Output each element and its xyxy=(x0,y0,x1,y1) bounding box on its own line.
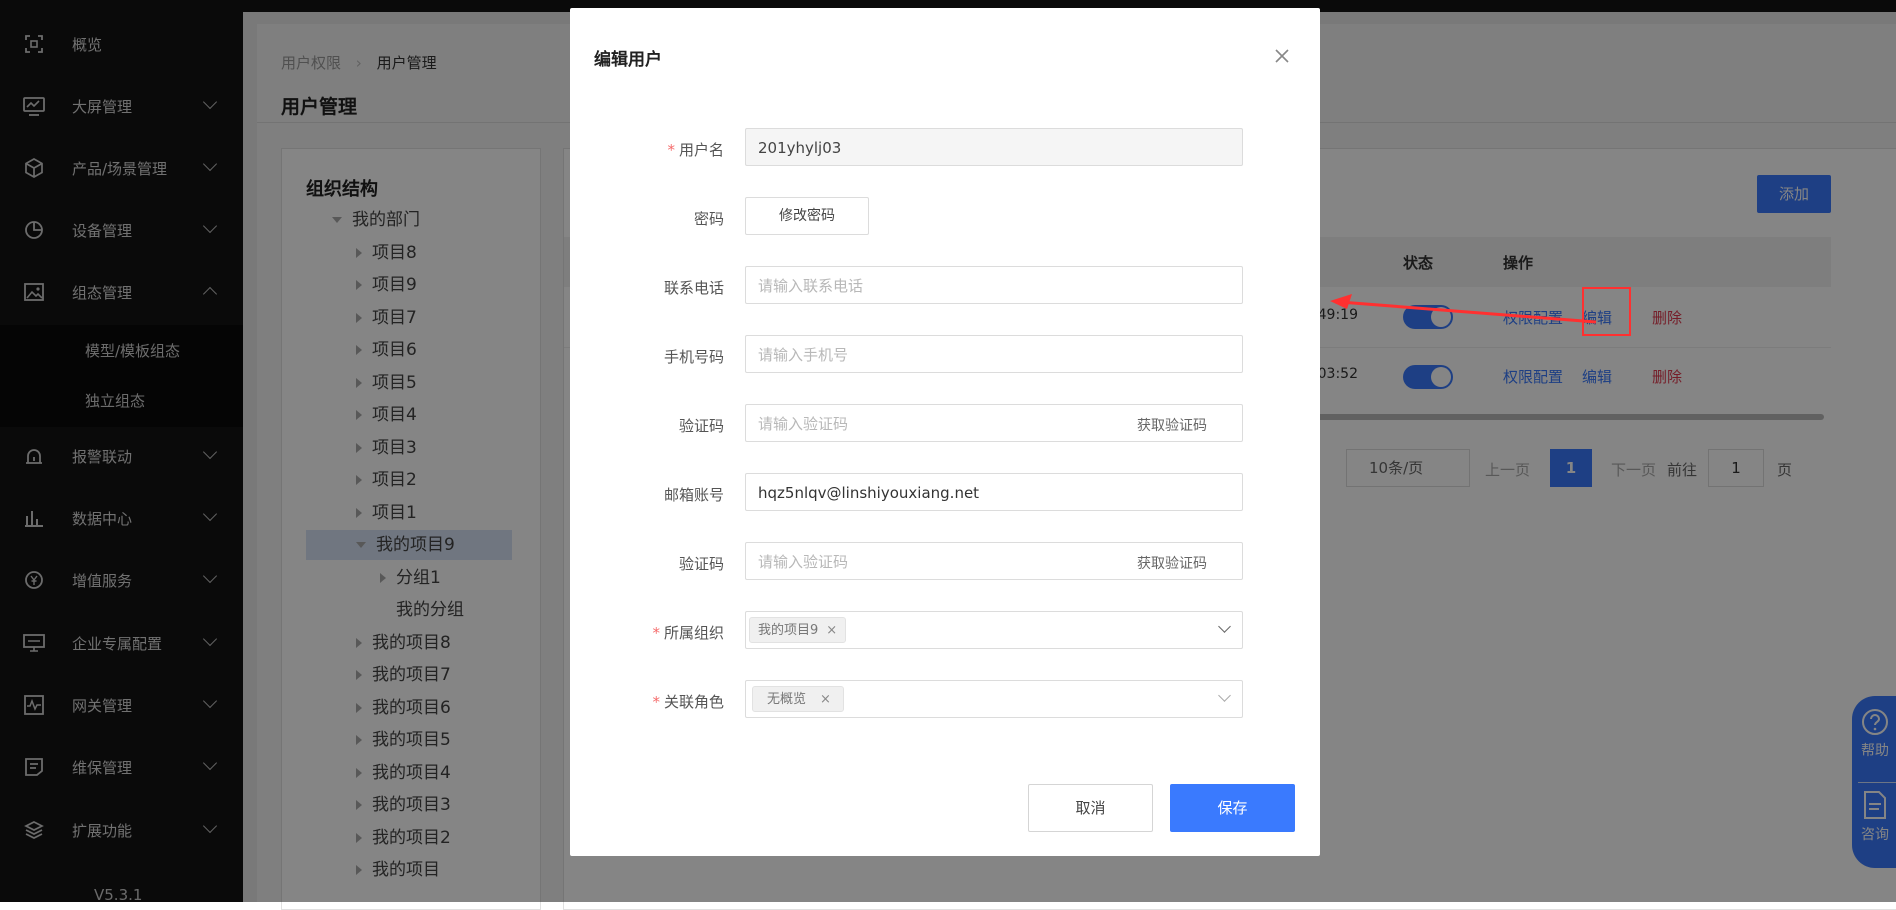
role-row: * 关联角色 无概览 × xyxy=(570,680,1320,722)
mobile-row: 手机号码 请输入手机号 xyxy=(570,335,1320,377)
username-input[interactable]: 201yhylj03 xyxy=(745,128,1243,166)
email-code-row: 验证码 请输入验证码 获取验证码 xyxy=(570,542,1320,584)
username-row: * 用户名 201yhylj03 xyxy=(570,128,1320,170)
change-password-button[interactable]: 修改密码 xyxy=(745,197,869,235)
contact-phone-input[interactable]: 请输入联系电话 xyxy=(745,266,1243,304)
email-code-label: 验证码 xyxy=(678,555,724,573)
edit-user-dialog: 编辑用户 * 用户名 201yhylj03 密码 修改密码 联系电话 请输入联系电… xyxy=(570,8,1320,856)
org-label: 所属组织 xyxy=(663,624,724,642)
tag-close-icon[interactable]: × xyxy=(826,623,837,638)
email-row: 邮箱账号 hqz5nlqv@linshiyouxiang.net xyxy=(570,473,1320,515)
cancel-button[interactable]: 取消 xyxy=(1028,784,1153,832)
org-tag: 我的项目9 × xyxy=(749,617,847,643)
password-row: 密码 修改密码 xyxy=(570,197,1320,239)
org-row: * 所属组织 我的项目9 × xyxy=(570,611,1320,653)
get-email-code-button[interactable]: 获取验证码 xyxy=(1137,553,1207,573)
close-icon[interactable] xyxy=(1274,48,1294,68)
annotation-arrow-icon xyxy=(1330,294,1597,324)
save-button[interactable]: 保存 xyxy=(1170,784,1295,832)
username-label: 用户名 xyxy=(678,141,724,159)
role-tag-label: 无概览 xyxy=(767,692,807,707)
mobile-label: 手机号码 xyxy=(663,348,724,366)
mobile-input[interactable]: 请输入手机号 xyxy=(745,335,1243,373)
role-tag: 无概览 × xyxy=(752,686,844,712)
email-input[interactable]: hqz5nlqv@linshiyouxiang.net xyxy=(745,473,1243,511)
tag-close-icon[interactable]: × xyxy=(820,692,831,707)
contact-phone-label: 联系电话 xyxy=(663,279,724,297)
get-sms-code-button[interactable]: 获取验证码 xyxy=(1137,415,1207,435)
dialog-title: 编辑用户 xyxy=(594,50,662,70)
sms-code-label: 验证码 xyxy=(678,417,724,435)
sms-code-row: 验证码 请输入验证码 获取验证码 xyxy=(570,404,1320,446)
role-label: 关联角色 xyxy=(663,693,724,711)
contact-phone-row: 联系电话 请输入联系电话 xyxy=(570,266,1320,308)
password-label: 密码 xyxy=(693,210,724,228)
email-label: 邮箱账号 xyxy=(663,486,724,504)
org-tag-label: 我的项目9 xyxy=(758,623,819,638)
